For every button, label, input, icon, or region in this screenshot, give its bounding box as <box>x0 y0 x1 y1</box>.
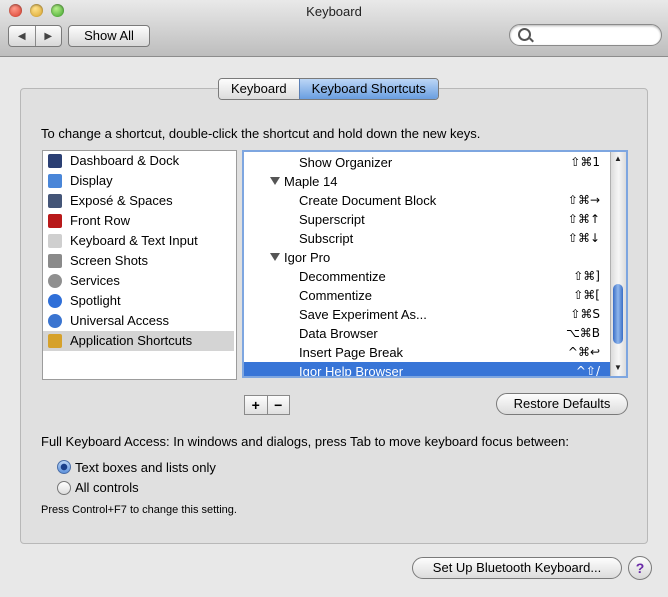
scroll-down-arrow-icon[interactable]: ▼ <box>614 363 622 372</box>
category-item-services[interactable]: Services <box>43 271 234 291</box>
forward-arrow-icon: ▶ <box>44 30 53 42</box>
shortcut-list[interactable]: Show Organizer ⇧⌘1 Maple 14 Create Docum… <box>242 150 628 378</box>
add-remove-group: + − <box>244 395 290 415</box>
shortcut-row[interactable]: Create Document Block ⇧⌘→ <box>244 191 614 210</box>
search-field[interactable] <box>509 24 662 46</box>
keyboard-preferences-window: Keyboard ◀ ▶ Show All Keyboard Keyboard … <box>0 0 668 597</box>
expose-spaces-icon <box>48 194 62 208</box>
set-up-bluetooth-keyboard-button[interactable]: Set Up Bluetooth Keyboard... <box>412 557 622 579</box>
title-bar: Keyboard ◀ ▶ Show All <box>0 0 668 57</box>
category-item-front-row[interactable]: Front Row <box>43 211 234 231</box>
shortcut-group-row[interactable]: Maple 14 <box>244 172 614 191</box>
category-item-expose-spaces[interactable]: Exposé & Spaces <box>43 191 234 211</box>
category-item-spotlight[interactable]: Spotlight <box>43 291 234 311</box>
category-item-dashboard-dock[interactable]: Dashboard & Dock <box>43 151 234 171</box>
full-keyboard-access-label: Full Keyboard Access: In windows and dia… <box>41 434 569 449</box>
shortcut-row[interactable]: Decommentize ⇧⌘] <box>244 267 614 286</box>
front-row-icon <box>48 214 62 228</box>
radio-all-controls[interactable] <box>57 481 71 495</box>
tab-bar: Keyboard Keyboard Shortcuts <box>218 78 439 100</box>
window-title: Keyboard <box>306 4 362 19</box>
shortcut-row[interactable]: Subscript ⇧⌘↓ <box>244 229 614 248</box>
shortcut-row[interactable]: Save Experiment As... ⇧⌘S <box>244 305 614 324</box>
display-icon <box>48 174 62 188</box>
instructions-text: To change a shortcut, double-click the s… <box>41 126 481 141</box>
help-button[interactable]: ? <box>628 556 652 580</box>
add-shortcut-button[interactable]: + <box>245 396 267 414</box>
dashboard-dock-icon <box>48 154 62 168</box>
back-forward-group: ◀ ▶ <box>8 25 62 47</box>
application-shortcuts-icon <box>48 334 62 348</box>
camera-icon <box>48 254 62 268</box>
search-icon <box>518 28 531 41</box>
category-item-display[interactable]: Display <box>43 171 234 191</box>
radio-label-all-controls[interactable]: All controls <box>75 480 139 495</box>
shortcut-row[interactable]: Commentize ⇧⌘[ <box>244 286 614 305</box>
tab-keyboard-shortcuts[interactable]: Keyboard Shortcuts <box>298 79 438 99</box>
category-item-screen-shots[interactable]: Screen Shots <box>43 251 234 271</box>
disclosure-triangle-icon[interactable] <box>270 177 280 185</box>
gear-icon <box>48 274 62 288</box>
shortcut-group-row[interactable]: Igor Pro <box>244 248 614 267</box>
shortcut-row[interactable]: Show Organizer ⇧⌘1 <box>244 153 614 172</box>
category-item-keyboard-text-input[interactable]: Keyboard & Text Input <box>43 231 234 251</box>
category-list[interactable]: Dashboard & Dock Display Exposé & Spaces… <box>42 150 237 380</box>
scroll-up-arrow-icon[interactable]: ▲ <box>614 154 622 163</box>
show-all-button[interactable]: Show All <box>68 25 150 47</box>
radio-label-text-boxes[interactable]: Text boxes and lists only <box>75 460 216 475</box>
shortcut-row[interactable]: Superscript ⇧⌘↑ <box>244 210 614 229</box>
radio-text-boxes-lists-only[interactable] <box>57 460 71 474</box>
shortcut-row[interactable]: Data Browser ⌥⌘B <box>244 324 614 343</box>
shortcut-row[interactable]: Insert Page Break ^⌘↩ <box>244 343 614 362</box>
universal-access-icon <box>48 314 62 328</box>
search-input[interactable] <box>536 26 658 44</box>
shortcut-list-scrollbar[interactable]: ▲ ▼ <box>610 152 626 376</box>
remove-shortcut-button[interactable]: − <box>266 396 290 414</box>
category-item-application-shortcuts[interactable]: Application Shortcuts <box>43 331 234 351</box>
category-item-universal-access[interactable]: Universal Access <box>43 311 234 331</box>
keyboard-access-note: Press Control+F7 to change this setting. <box>41 504 237 516</box>
spotlight-icon <box>48 294 62 308</box>
restore-defaults-button[interactable]: Restore Defaults <box>496 393 628 415</box>
disclosure-triangle-icon[interactable] <box>270 253 280 261</box>
shortcut-row-selected[interactable]: Igor Help Browser ^⇧/ <box>244 362 614 376</box>
back-button[interactable]: ◀ <box>9 26 35 46</box>
scrollbar-thumb[interactable] <box>613 284 623 344</box>
back-arrow-icon: ◀ <box>17 30 26 42</box>
keyboard-icon <box>48 234 62 248</box>
tab-keyboard[interactable]: Keyboard <box>219 79 299 99</box>
forward-button[interactable]: ▶ <box>34 26 62 46</box>
